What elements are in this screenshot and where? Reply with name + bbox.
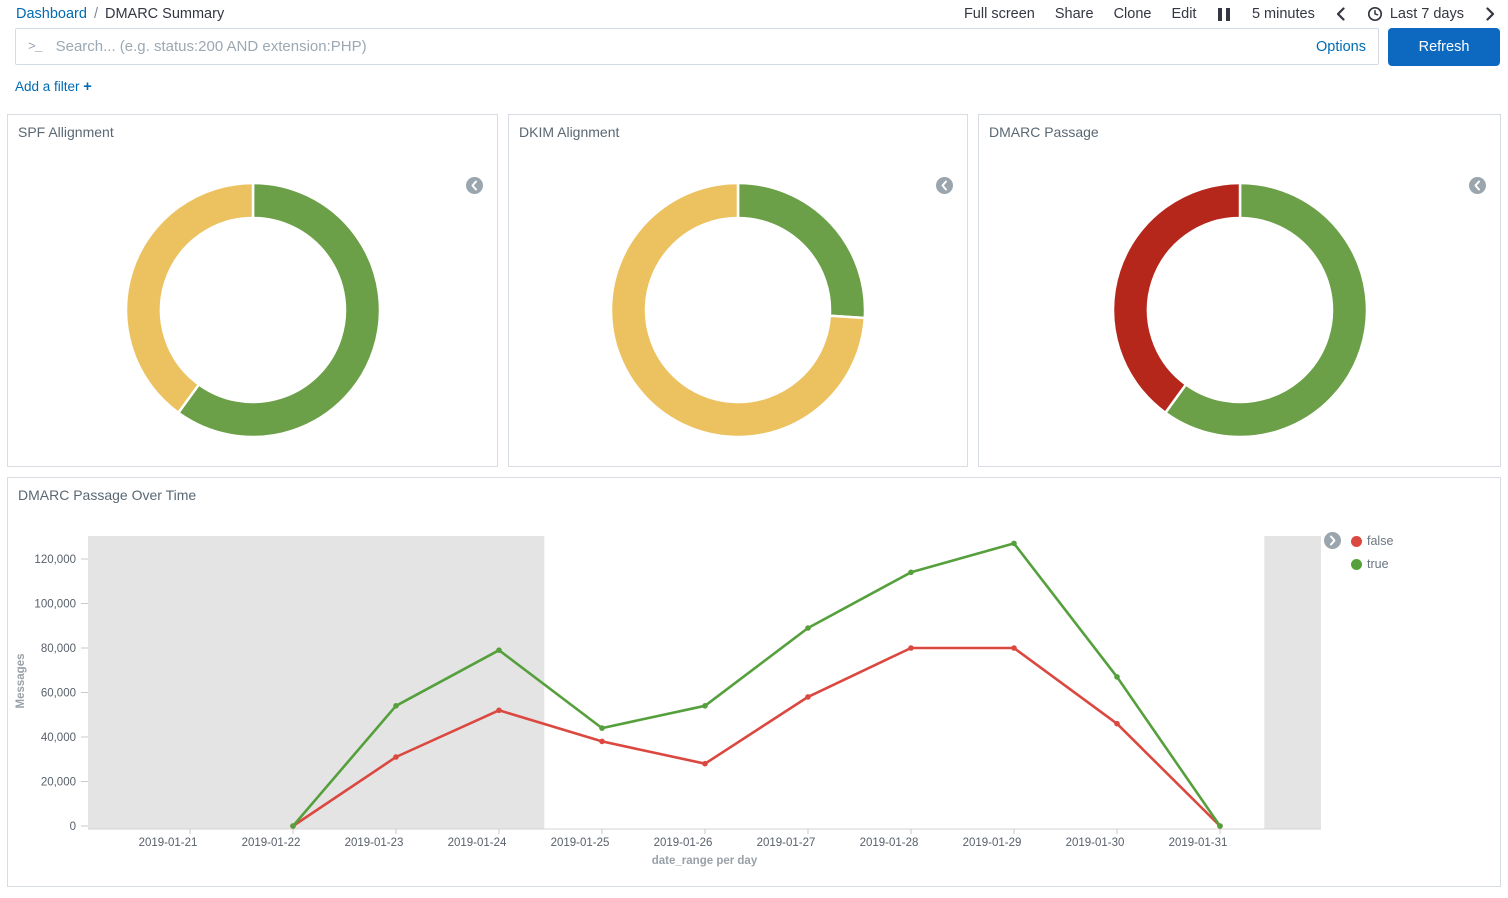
breadcrumb: Dashboard / DMARC Summary: [16, 6, 224, 22]
false-series-dot-icon: [1351, 536, 1362, 547]
dkim-donut-chart[interactable]: [603, 175, 873, 445]
svg-text:100,000: 100,000: [34, 599, 76, 611]
true-series-dot-icon: [1351, 559, 1362, 570]
legend-collapse-chevron-left-icon[interactable]: [1469, 177, 1486, 194]
refresh-interval-button[interactable]: 5 minutes: [1252, 6, 1315, 22]
svg-text:2019-01-25: 2019-01-25: [551, 837, 610, 849]
panel-spf-alignment: SPF Allignment: [7, 114, 498, 467]
svg-text:2019-01-26: 2019-01-26: [654, 837, 713, 849]
panel-dkim-alignment: DKIM Alignment: [508, 114, 968, 467]
legend-collapse-chevron-left-icon[interactable]: [936, 177, 953, 194]
timeseries-legend: false true: [1324, 532, 1393, 571]
time-picker[interactable]: Last 7 days: [1367, 6, 1464, 22]
top-nav-bar: Dashboard / DMARC Summary Full screen Sh…: [0, 0, 1508, 24]
search-input[interactable]: [54, 37, 1306, 56]
pause-icon[interactable]: [1216, 7, 1232, 22]
search-box[interactable]: >_ Options: [15, 28, 1379, 65]
time-back-chevron-left-icon[interactable]: [1335, 7, 1347, 21]
plus-icon: +: [83, 79, 91, 95]
legend-collapse-chevron-left-icon[interactable]: [466, 177, 483, 194]
svg-text:date_range per day: date_range per day: [652, 855, 758, 867]
panel-title: DMARC Passage: [979, 115, 1500, 149]
query-prompt-icon: >_: [28, 39, 42, 54]
panel-title: SPF Allignment: [8, 115, 497, 149]
svg-text:0: 0: [70, 821, 76, 833]
svg-text:2019-01-21: 2019-01-21: [139, 837, 198, 849]
breadcrumb-separator: /: [94, 6, 98, 22]
options-link[interactable]: Options: [1316, 39, 1366, 55]
dashboard-grid: SPF Allignment DKIM Alignment DMARC Pass…: [7, 114, 1501, 887]
refresh-button[interactable]: Refresh: [1388, 28, 1500, 66]
panel-dmarc-passage: DMARC Passage: [978, 114, 1501, 467]
legend-item-true[interactable]: true: [1351, 557, 1393, 571]
svg-text:Messages: Messages: [15, 654, 27, 709]
spf-donut-chart[interactable]: [118, 175, 388, 445]
svg-text:40,000: 40,000: [41, 732, 76, 744]
svg-text:2019-01-23: 2019-01-23: [345, 837, 404, 849]
time-range-label: Last 7 days: [1390, 6, 1464, 22]
full-screen-button[interactable]: Full screen: [964, 6, 1035, 22]
share-button[interactable]: Share: [1055, 6, 1094, 22]
svg-text:80,000: 80,000: [41, 643, 76, 655]
svg-text:2019-01-24: 2019-01-24: [448, 837, 507, 849]
time-forward-chevron-right-icon[interactable]: [1484, 7, 1496, 21]
svg-text:2019-01-22: 2019-01-22: [242, 837, 301, 849]
legend-item-false[interactable]: false: [1351, 534, 1393, 548]
breadcrumb-dashboard-link[interactable]: Dashboard: [16, 6, 87, 22]
clock-icon: [1367, 6, 1383, 22]
filter-bar: Add a filter +: [15, 79, 1508, 97]
svg-text:120,000: 120,000: [34, 554, 76, 566]
dashboard-menu: Full screen Share Clone Edit 5 minutes L…: [964, 6, 1496, 22]
svg-text:2019-01-27: 2019-01-27: [757, 837, 816, 849]
svg-text:2019-01-30: 2019-01-30: [1066, 837, 1125, 849]
svg-text:60,000: 60,000: [41, 688, 76, 700]
dmarc-donut-chart[interactable]: [1105, 175, 1375, 445]
panel-title: DKIM Alignment: [509, 115, 967, 149]
page-title: DMARC Summary: [105, 6, 224, 22]
add-filter-link[interactable]: Add a filter +: [15, 79, 92, 94]
svg-text:2019-01-29: 2019-01-29: [963, 837, 1022, 849]
svg-text:2019-01-31: 2019-01-31: [1169, 837, 1228, 849]
svg-text:2019-01-28: 2019-01-28: [860, 837, 919, 849]
timeseries-chart[interactable]: 2019-01-21 2019-01-22 2019-01-23 2019-01-24…: [8, 478, 1497, 885]
svg-text:20,000: 20,000: [41, 777, 76, 789]
edit-button[interactable]: Edit: [1171, 6, 1196, 22]
query-bar: >_ Options Refresh: [15, 28, 1500, 66]
clone-button[interactable]: Clone: [1114, 6, 1152, 22]
panel-dmarc-passage-over-time: DMARC Passage Over Time 2019-01-212019-0…: [7, 477, 1501, 887]
legend-expand-chevron-right-icon[interactable]: [1324, 532, 1341, 549]
